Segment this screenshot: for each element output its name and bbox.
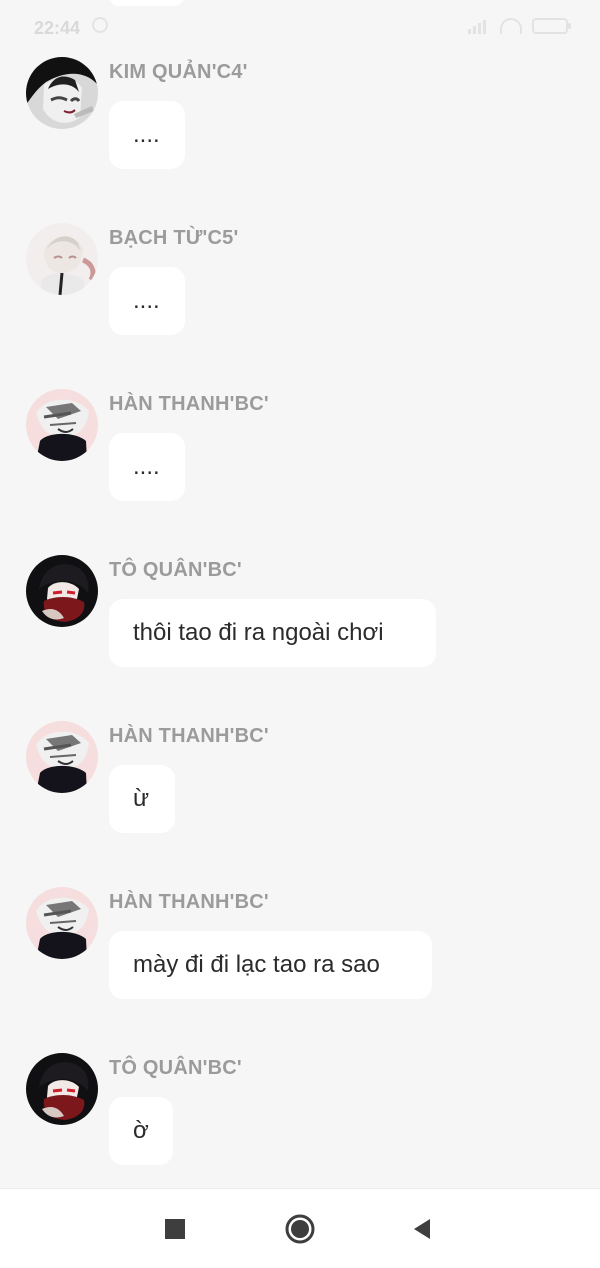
status-bar: 22:44 xyxy=(0,0,600,56)
dark-hair-character-avatar[interactable] xyxy=(26,57,98,129)
red-scarf-character-avatar[interactable] xyxy=(26,555,98,627)
battery-icon xyxy=(532,18,571,34)
message-bubble[interactable]: .... xyxy=(109,101,185,169)
settings-status-icon xyxy=(92,17,108,33)
sender-name: HÀN THANH'BC' xyxy=(109,725,269,747)
masked-character-avatar[interactable] xyxy=(26,887,98,959)
sender-name: KIM QUẢN'C4' xyxy=(109,61,248,83)
masked-character-avatar[interactable] xyxy=(26,389,98,461)
sender-name: TÔ QUÂN'BC' xyxy=(109,1057,242,1079)
red-scarf-character-avatar[interactable] xyxy=(26,1053,98,1125)
back-icon xyxy=(414,1219,430,1239)
message-bubble[interactable]: ừ xyxy=(109,765,175,833)
partial-message-bubble xyxy=(109,0,184,6)
home-icon xyxy=(285,1214,315,1244)
system-navigation-bar xyxy=(0,1188,600,1268)
light-hair-character-avatar[interactable] xyxy=(26,223,98,295)
message-bubble[interactable]: .... xyxy=(109,267,185,335)
recent-apps-button[interactable] xyxy=(155,1209,195,1249)
signal-icon xyxy=(468,18,490,34)
status-time: 22:44 xyxy=(34,18,81,38)
back-button[interactable] xyxy=(402,1209,442,1249)
message-bubble[interactable]: mày đi đi lạc tao ra sao xyxy=(109,931,432,999)
sender-name: HÀN THANH'BC' xyxy=(109,891,269,913)
recent-apps-icon xyxy=(165,1219,185,1239)
home-button[interactable] xyxy=(280,1209,320,1249)
sender-name: BẠCH TỪ'C5' xyxy=(109,227,239,249)
sender-name: HÀN THANH'BC' xyxy=(109,393,269,415)
sender-name: TÔ QUÂN'BC' xyxy=(109,559,242,581)
message-bubble[interactable]: .... xyxy=(109,433,185,501)
message-bubble[interactable]: thôi tao đi ra ngoài chơi xyxy=(109,599,436,667)
masked-character-avatar[interactable] xyxy=(26,721,98,793)
wifi-icon xyxy=(500,18,522,34)
status-icons xyxy=(468,18,571,34)
message-bubble[interactable]: ờ xyxy=(109,1097,173,1165)
